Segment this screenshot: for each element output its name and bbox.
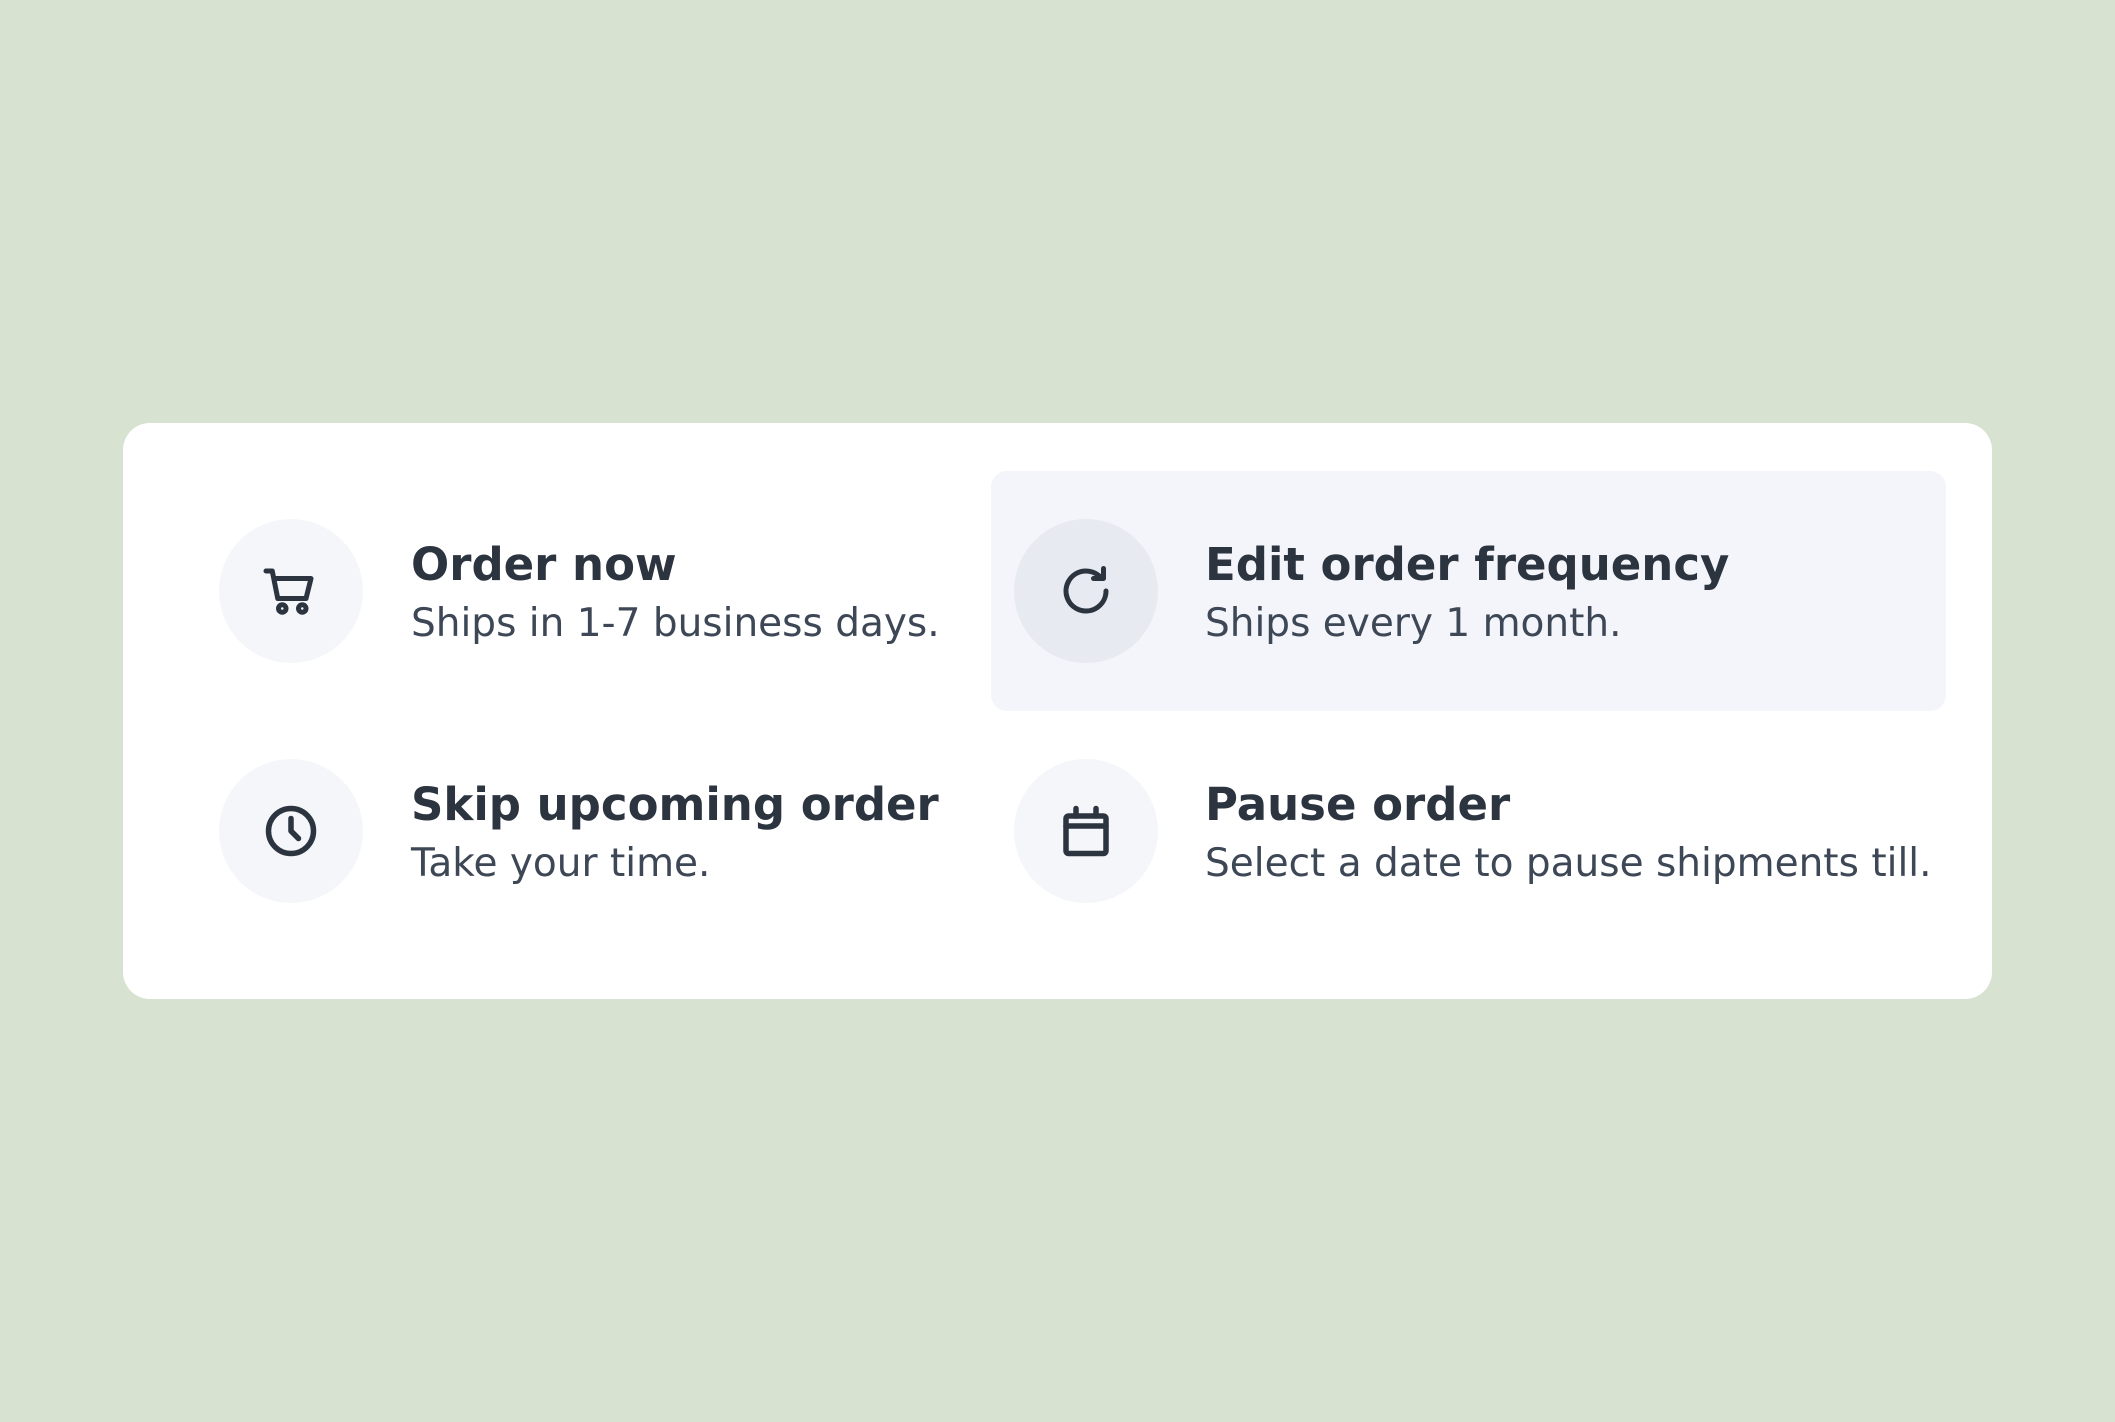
- edit-frequency-subtitle: Ships every 1 month.: [1205, 601, 1622, 646]
- pause-order-option[interactable]: Pause order Select a date to pause shipm…: [991, 711, 1946, 951]
- edit-order-frequency-option[interactable]: Edit order frequency Ships every 1 month…: [991, 471, 1946, 711]
- order-now-text: Order now Ships in 1-7 business days.: [411, 537, 940, 651]
- pause-order-title: Pause order: [1205, 778, 1511, 831]
- pause-order-text: Pause order Select a date to pause shipm…: [1205, 777, 1932, 891]
- skip-order-text: Skip upcoming order Take your time.: [411, 777, 939, 891]
- edit-frequency-title: Edit order frequency: [1205, 538, 1730, 591]
- calendar-icon: [1063, 805, 1109, 857]
- subscription-actions-card: Order now Ships in 1-7 business days. Ed…: [123, 423, 1992, 999]
- edit-frequency-icon-circle: [1014, 519, 1158, 663]
- refresh-icon: [1063, 566, 1109, 614]
- skip-upcoming-order-option[interactable]: Skip upcoming order Take your time.: [171, 711, 1126, 951]
- pause-order-icon-circle: [1014, 759, 1158, 903]
- skip-order-icon-circle: [219, 759, 363, 903]
- pause-order-subtitle: Select a date to pause shipments till.: [1205, 841, 1932, 886]
- order-now-title: Order now: [411, 538, 677, 591]
- skip-order-subtitle: Take your time.: [411, 841, 711, 886]
- clock-icon: [265, 805, 317, 857]
- skip-order-title: Skip upcoming order: [411, 778, 939, 831]
- order-now-icon-circle: [219, 519, 363, 663]
- order-now-subtitle: Ships in 1-7 business days.: [411, 601, 940, 646]
- cart-icon: [263, 568, 314, 615]
- edit-frequency-text: Edit order frequency Ships every 1 month…: [1205, 537, 1729, 651]
- order-now-option[interactable]: Order now Ships in 1-7 business days.: [171, 471, 1126, 711]
